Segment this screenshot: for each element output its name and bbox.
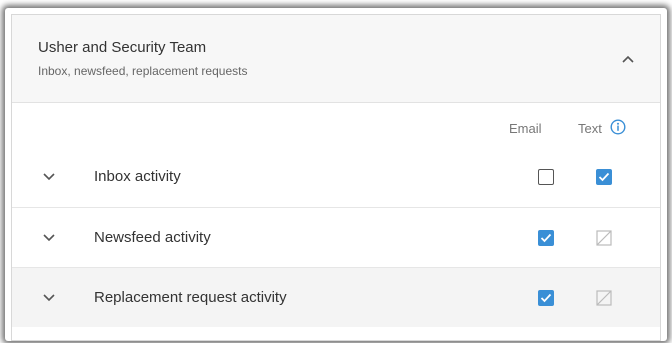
chevron-down-icon: [43, 173, 55, 181]
checkbox-disabled-icon: [596, 230, 612, 246]
row-label: Replacement request activity: [94, 289, 287, 306]
text-checkbox-newsfeed: [596, 230, 612, 246]
chevron-down-icon: [43, 294, 55, 302]
check-icon: [540, 233, 552, 243]
expand-row-button[interactable]: [40, 168, 58, 186]
text-checkbox-replacement: [596, 290, 612, 306]
column-header-text: Text: [578, 121, 602, 136]
row-label: Newsfeed activity: [94, 229, 211, 246]
notification-settings-frame: Usher and Security Team Inbox, newsfeed,…: [5, 8, 667, 341]
collapse-button[interactable]: [616, 47, 640, 71]
card-subtitle: Inbox, newsfeed, replacement requests: [38, 64, 248, 78]
email-checkbox-inbox[interactable]: [538, 169, 554, 185]
notification-row-replacement: Replacement request activity: [12, 267, 660, 327]
info-icon[interactable]: [610, 119, 626, 135]
notification-card: Usher and Security Team Inbox, newsfeed,…: [11, 14, 661, 341]
column-header-email: Email: [509, 121, 542, 136]
email-checkbox-replacement[interactable]: [538, 290, 554, 306]
chevron-up-icon: [622, 55, 634, 63]
expand-row-button[interactable]: [40, 229, 58, 247]
notification-row-newsfeed: Newsfeed activity: [12, 207, 660, 267]
chevron-down-icon: [43, 234, 55, 242]
column-headers: Email Text: [12, 103, 660, 147]
card-title: Usher and Security Team: [38, 39, 207, 56]
expand-row-button[interactable]: [40, 289, 58, 307]
row-label: Inbox activity: [94, 168, 181, 185]
text-checkbox-inbox[interactable]: [596, 169, 612, 185]
card-header[interactable]: Usher and Security Team Inbox, newsfeed,…: [12, 15, 660, 103]
checkbox-disabled-icon: [596, 290, 612, 306]
notification-row-inbox: Inbox activity: [12, 147, 660, 207]
check-icon: [598, 172, 610, 182]
email-checkbox-newsfeed[interactable]: [538, 230, 554, 246]
check-icon: [540, 293, 552, 303]
